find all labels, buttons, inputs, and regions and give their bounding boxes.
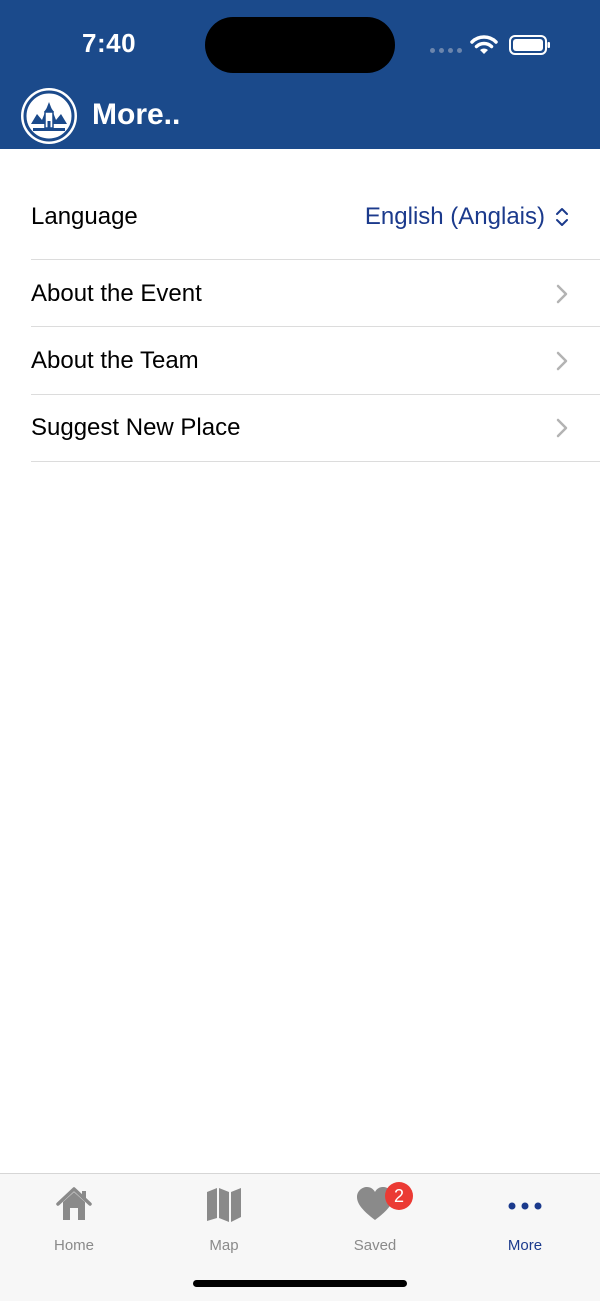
- chevron-right-icon: [556, 351, 568, 371]
- divider: [31, 461, 600, 462]
- about-team-row[interactable]: About the Team: [31, 330, 600, 392]
- wifi-icon: [470, 35, 498, 54]
- chevron-right-icon: [556, 418, 568, 438]
- more-icon: [508, 1202, 542, 1210]
- app-header: 7:40 More..: [0, 0, 600, 149]
- tab-home[interactable]: Home: [24, 1182, 124, 1262]
- home-icon: [56, 1187, 92, 1220]
- cellular-signal-icon: [430, 48, 462, 54]
- language-row[interactable]: Language English (Anglais): [31, 187, 600, 247]
- dynamic-island: [205, 17, 395, 73]
- tab-saved[interactable]: 2 Saved: [325, 1182, 425, 1262]
- language-value: English (Anglais): [364, 203, 545, 230]
- battery-icon: [509, 35, 550, 55]
- suggest-place-row[interactable]: Suggest New Place: [31, 397, 600, 459]
- map-icon: [207, 1188, 241, 1222]
- divider: [31, 394, 600, 395]
- divider: [31, 259, 600, 260]
- tab-more[interactable]: More: [475, 1182, 575, 1262]
- page-title: More..: [92, 98, 181, 131]
- tab-map[interactable]: Map: [174, 1182, 274, 1262]
- tab-more-label: More: [507, 1237, 543, 1254]
- language-label: Language: [31, 203, 138, 230]
- divider: [31, 326, 600, 327]
- chevron-up-down-icon: [556, 208, 568, 226]
- language-picker[interactable]: English (Anglais): [365, 203, 569, 231]
- about-team-label: About the Team: [31, 347, 199, 374]
- app-logo-icon: [21, 88, 77, 144]
- about-event-label: About the Event: [31, 280, 202, 307]
- tab-saved-label: Saved: [353, 1237, 397, 1254]
- tab-map-label: Map: [209, 1237, 239, 1254]
- saved-count-badge: 2: [385, 1182, 413, 1210]
- chevron-right-icon: [556, 284, 568, 304]
- home-indicator[interactable]: [193, 1280, 407, 1287]
- status-time: 7:40: [82, 28, 137, 58]
- suggest-place-label: Suggest New Place: [31, 414, 241, 441]
- tab-home-label: Home: [53, 1237, 94, 1254]
- about-event-row[interactable]: About the Event: [31, 263, 600, 325]
